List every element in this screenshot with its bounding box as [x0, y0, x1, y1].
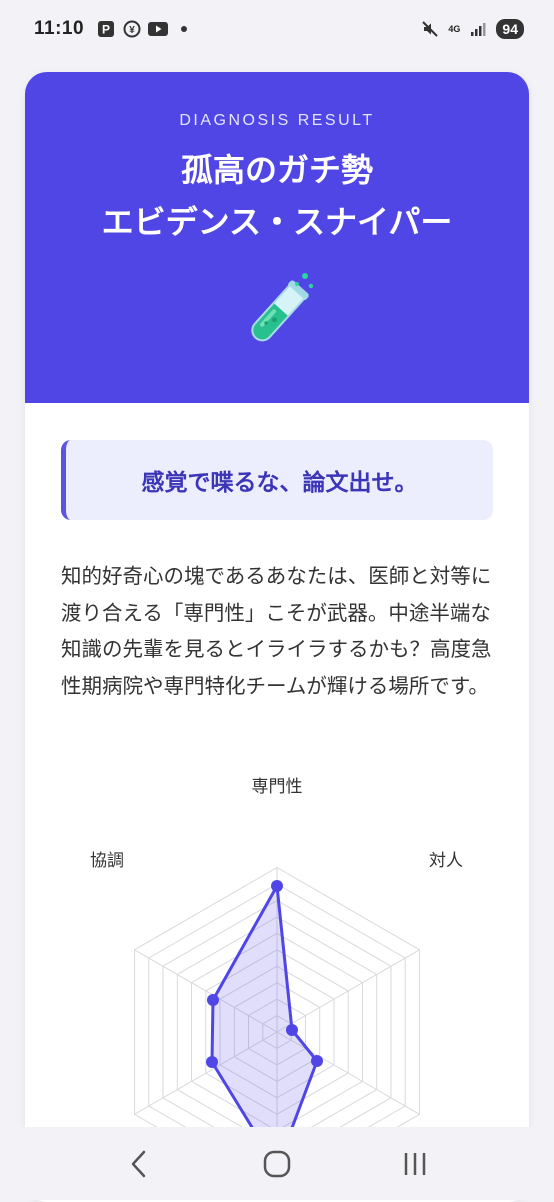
recents-icon[interactable]	[395, 1144, 435, 1184]
network-type: 4G	[448, 23, 461, 34]
system-nav-bar	[0, 1127, 554, 1200]
test-tube-icon	[231, 268, 323, 360]
axis-label-interpersonal: 対人	[429, 851, 463, 871]
result-card: DIAGNOSIS RESULT 孤高のガチ勢 エビデンス・スナイパー 感覚で喋…	[25, 72, 529, 1202]
catchphrase-box: 感覚で喋るな、論文出せ。	[61, 440, 493, 520]
result-title-line1: 孤高のガチ勢	[180, 151, 373, 189]
paypay-icon: P	[96, 19, 116, 39]
axis-label-expertise: 専門性	[252, 777, 303, 797]
radar-score-point	[286, 1024, 298, 1036]
radar-score-point	[311, 1055, 323, 1067]
result-eyebrow: DIAGNOSIS RESULT	[179, 112, 375, 129]
radar-score-point	[271, 880, 283, 892]
youtube-icon	[148, 19, 169, 39]
mute-icon	[420, 19, 440, 39]
radar-score-point	[206, 1056, 218, 1068]
status-time: 11:10	[34, 18, 85, 39]
radar-score-point	[207, 994, 219, 1006]
more-notifications-dot-icon	[174, 19, 194, 39]
battery-level: 94	[496, 19, 524, 39]
notification-icons: P ¥	[96, 19, 194, 39]
svg-text:P: P	[102, 23, 110, 37]
currency-app-icon: ¥	[122, 19, 142, 39]
catchphrase-text: 感覚で喋るな、論文出せ。	[141, 470, 418, 496]
back-icon[interactable]	[119, 1144, 159, 1184]
result-description: 知的好奇心の塊であるあなたは、医師と対等に渡り合える「専門性」こそが武器。中途半…	[61, 564, 492, 698]
svg-text:¥: ¥	[129, 25, 135, 36]
home-icon[interactable]	[257, 1144, 297, 1184]
result-header: DIAGNOSIS RESULT 孤高のガチ勢 エビデンス・スナイパー	[25, 72, 529, 403]
result-title-line2: エビデンス・スナイパー	[101, 203, 453, 241]
system-status-icons: 4G 94	[420, 19, 524, 39]
status-bar: 11:10 P ¥ 4G 94	[0, 0, 554, 58]
result-title: 孤高のガチ勢 エビデンス・スナイパー	[25, 144, 529, 248]
axis-label-cooperation: 協調	[90, 851, 124, 871]
signal-icon	[468, 19, 488, 39]
